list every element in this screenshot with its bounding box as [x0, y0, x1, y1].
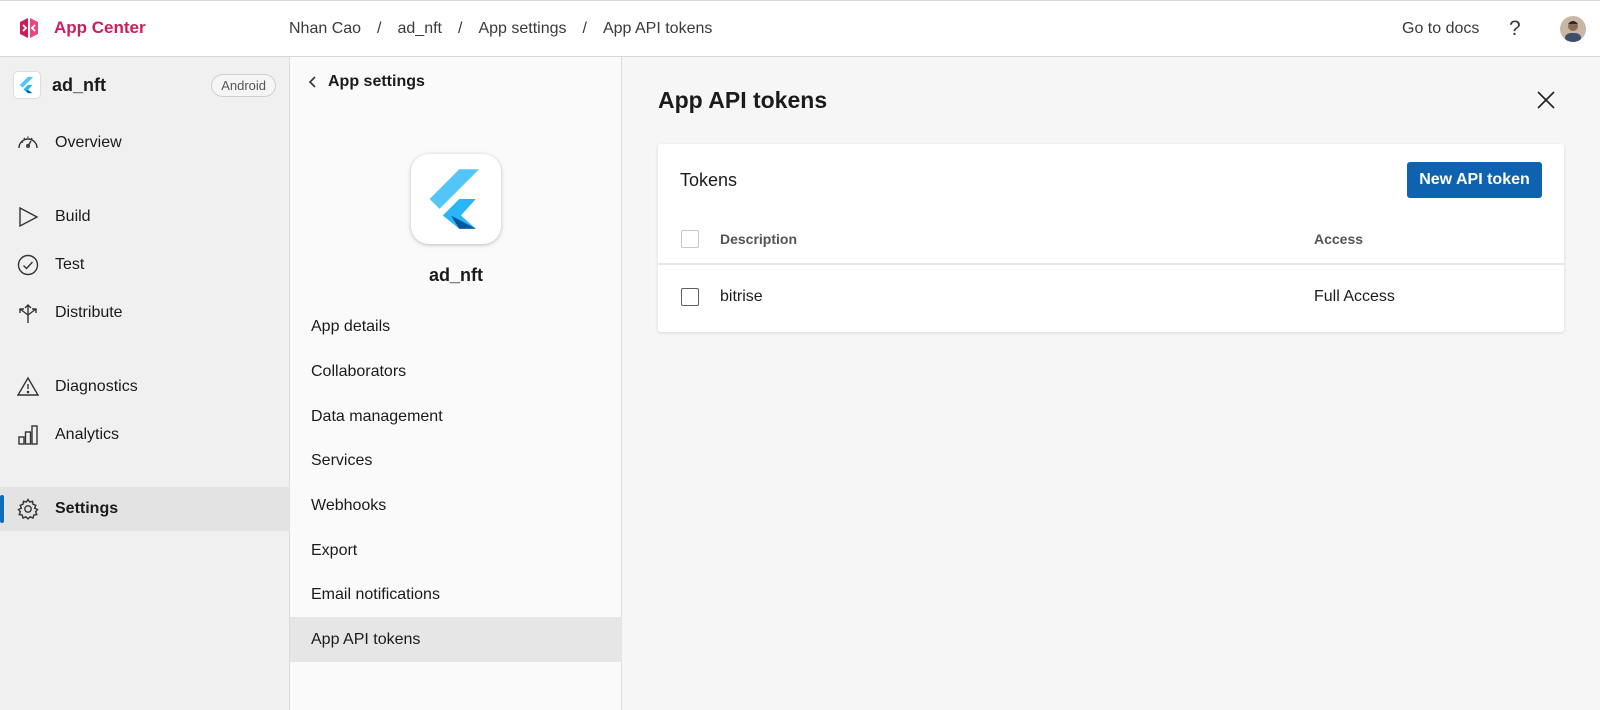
- nav-item-label: Diagnostics: [55, 378, 138, 395]
- settings-item-app-api-tokens[interactable]: App API tokens: [290, 617, 622, 662]
- page-title: App API tokens: [658, 87, 828, 113]
- settings-item-webhooks[interactable]: Webhooks: [290, 483, 622, 528]
- breadcrumb: Nhan Cao / ad_nft / App settings / App A…: [289, 20, 712, 38]
- chevron-left-icon: [308, 76, 316, 88]
- distribute-arrows-icon: [19, 304, 37, 323]
- breadcrumb-item-current: App API tokens: [602, 20, 713, 37]
- table-row[interactable]: bitrise Full Access: [658, 267, 1564, 329]
- select-all-checkbox[interactable]: [681, 230, 699, 248]
- check-circle-icon: [17, 254, 39, 276]
- breadcrumb-separator: /: [582, 20, 587, 37]
- nav-item-label: Analytics: [55, 426, 120, 443]
- breadcrumb-separator: /: [457, 20, 463, 37]
- nav-item-distribute[interactable]: Distribute: [0, 291, 290, 335]
- card-title: Tokens: [680, 170, 738, 190]
- bar-chart-icon: [18, 425, 38, 445]
- settings-panel: App settings ad_nft App details Collabor…: [290, 57, 622, 710]
- settings-item-export[interactable]: Export: [290, 528, 622, 573]
- brand[interactable]: App Center: [16, 15, 146, 41]
- brand-name: App Center: [54, 18, 146, 37]
- warning-triangle-icon: [16, 376, 40, 396]
- back-link-label: App settings: [328, 73, 425, 90]
- user-avatar-icon: [1560, 16, 1586, 42]
- nav-item-diagnostics[interactable]: Diagnostics: [0, 365, 290, 409]
- help-icon[interactable]: ?: [1509, 17, 1521, 41]
- settings-item-app-details[interactable]: App details: [290, 304, 622, 349]
- token-description: bitrise: [720, 288, 763, 305]
- token-access: Full Access: [1314, 288, 1395, 305]
- top-header: App Center Nhan Cao / ad_nft / App setti…: [0, 0, 1600, 57]
- table-header: Description Access: [658, 220, 1564, 265]
- column-header-description[interactable]: Description: [720, 231, 797, 247]
- settings-item-email-notifications[interactable]: Email notifications: [290, 572, 622, 617]
- nav-item-build[interactable]: Build: [0, 195, 290, 239]
- tokens-card: Tokens New API token Description Access …: [658, 144, 1564, 332]
- gear-icon: [17, 498, 39, 520]
- nav-item-overview[interactable]: Overview: [0, 121, 290, 165]
- flutter-logo-icon: [14, 72, 40, 98]
- settings-item-data-management[interactable]: Data management: [290, 394, 622, 439]
- nav-item-label: Build: [55, 208, 91, 225]
- app-center-logo-icon: [20, 18, 38, 38]
- settings-item-services[interactable]: Services: [290, 438, 622, 483]
- nav-item-label: Distribute: [55, 304, 123, 321]
- nav-item-label: Settings: [55, 500, 119, 517]
- dashboard-gauge-icon: [18, 136, 38, 149]
- settings-app-name: ad_nft: [429, 265, 483, 285]
- close-icon[interactable]: [1536, 90, 1556, 110]
- new-api-token-button[interactable]: New API token: [1407, 162, 1542, 198]
- main-content: App API tokens Tokens New API token Desc…: [622, 57, 1600, 710]
- app-name: ad_nft: [52, 74, 106, 95]
- platform-badge: Android: [211, 73, 276, 97]
- play-triangle-icon: [19, 206, 39, 228]
- nav-item-label: Overview: [55, 134, 122, 151]
- nav-item-test[interactable]: Test: [0, 243, 290, 287]
- breadcrumb-item-app[interactable]: ad_nft: [398, 20, 442, 38]
- avatar[interactable]: [1560, 16, 1586, 42]
- flutter-logo-icon: [411, 154, 501, 244]
- settings-item-collaborators[interactable]: Collaborators: [290, 349, 622, 394]
- left-navigation: ad_nft Android Overview Build Test Distr…: [0, 57, 290, 710]
- breadcrumb-item-settings[interactable]: App settings: [478, 20, 566, 38]
- column-header-access[interactable]: Access: [1314, 231, 1363, 247]
- breadcrumb-separator: /: [377, 20, 382, 37]
- breadcrumb-item-owner[interactable]: Nhan Cao: [289, 20, 361, 38]
- go-to-docs-link[interactable]: Go to docs: [1402, 20, 1479, 38]
- nav-item-label: Test: [55, 256, 85, 273]
- nav-item-analytics[interactable]: Analytics: [0, 413, 290, 457]
- back-to-app-settings[interactable]: App settings: [308, 73, 425, 91]
- nav-item-settings[interactable]: Settings: [0, 487, 290, 531]
- row-checkbox[interactable]: [681, 288, 699, 306]
- app-selector[interactable]: ad_nft Android: [14, 70, 276, 100]
